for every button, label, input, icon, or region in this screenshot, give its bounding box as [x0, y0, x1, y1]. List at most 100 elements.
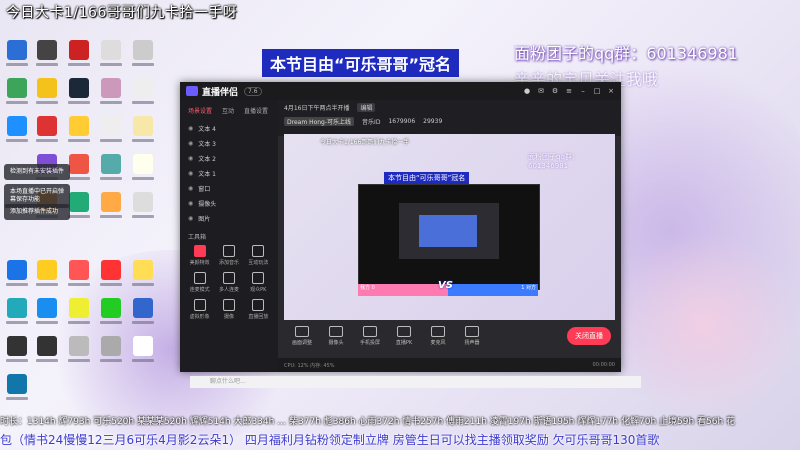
- scene-label: 文本 1: [198, 171, 216, 178]
- tab-scenes[interactable]: 场景设置: [188, 106, 212, 115]
- desktop-icon-column: [130, 260, 156, 368]
- desktop-icon[interactable]: [130, 116, 156, 148]
- tool-games[interactable]: 互动玩法: [245, 245, 272, 266]
- desktop-icon[interactable]: [98, 192, 124, 224]
- scene-item[interactable]: ◉ 图片: [180, 211, 278, 226]
- scene-item[interactable]: ◉ 文本 1: [180, 166, 278, 181]
- eye-icon[interactable]: ◉: [188, 200, 193, 207]
- stream-tag[interactable]: Dream Hong-可乐上线: [284, 117, 355, 126]
- desktop-icon[interactable]: [66, 260, 92, 292]
- ctrl-screen-adjust[interactable]: 画面调整: [288, 326, 316, 346]
- ctrl-label: 画面调整: [291, 340, 312, 346]
- sidebar-tabs: 场景设置 互动 直播设置: [180, 100, 278, 121]
- minimize-icon[interactable]: –: [579, 87, 587, 95]
- tool-music[interactable]: 添加音乐: [215, 245, 242, 266]
- tool-link-mic[interactable]: 连麦模式: [186, 272, 213, 293]
- ctrl-camera[interactable]: 摄像头: [322, 326, 350, 346]
- desktop-icon[interactable]: [66, 298, 92, 330]
- tool-label: 直播回放: [248, 314, 269, 320]
- sidebar: 场景设置 互动 直播设置 ◉ 文本 4 ◉ 文本 3 ◉ 文本 2 ◉ 文本 1 ◉ 窗口…: [180, 100, 278, 372]
- ctrl-phone-cast[interactable]: 手机投屏: [356, 326, 384, 346]
- desktop-icon[interactable]: [4, 336, 30, 368]
- scene-item[interactable]: ◉ 文本 2: [180, 151, 278, 166]
- tool-camera[interactable]: 摄像: [215, 299, 242, 320]
- stream-preview[interactable]: 今日大卡1/166哥哥们九卡拾一手 面粉团子qq群：601346981 本节目由…: [284, 134, 615, 320]
- settings-icon[interactable]: ⚙: [551, 87, 559, 95]
- stop-live-button[interactable]: 关闭直播: [567, 327, 611, 345]
- desktop-icon[interactable]: [98, 116, 124, 148]
- scene-item[interactable]: ◉ 摄像头: [180, 196, 278, 211]
- desktop-icon[interactable]: [66, 116, 92, 148]
- eye-icon[interactable]: ◉: [188, 185, 193, 192]
- eye-icon[interactable]: ◉: [188, 155, 193, 162]
- close-icon[interactable]: ×: [607, 87, 615, 95]
- desktop-icon[interactable]: [130, 40, 156, 72]
- tool-audience-pk[interactable]: 观众PK: [245, 272, 272, 293]
- desktop-icon[interactable]: [66, 78, 92, 110]
- chat-input[interactable]: 聊点什么吧...: [190, 376, 641, 388]
- notification-toast[interactable]: 添加推荐插件成功: [4, 204, 70, 220]
- desktop-icon[interactable]: [98, 40, 124, 72]
- tool-replay[interactable]: 直播回放: [245, 299, 272, 320]
- notification-toast[interactable]: 检测到有未安装插件: [4, 164, 70, 180]
- desktop-icon[interactable]: [130, 154, 156, 186]
- tab-live-settings[interactable]: 直播设置: [244, 106, 268, 115]
- tool-label: 连麦模式: [189, 287, 210, 293]
- desktop-icon[interactable]: [66, 336, 92, 368]
- desktop-icon[interactable]: [34, 78, 60, 110]
- status-left: CPU: 12% 内存: 45%: [284, 362, 335, 369]
- stream-info-bar: 4月16日下午两点半开播 编辑 Dream Hong-可乐上线 音乐ID 167…: [278, 100, 621, 136]
- desktop-icon[interactable]: [98, 78, 124, 110]
- desktop-icon[interactable]: [4, 116, 30, 148]
- sponsor-banner: 本节目由“可乐哥哥”冠名: [262, 49, 460, 77]
- users-icon: [222, 272, 235, 284]
- desktop-icon[interactable]: [130, 336, 156, 368]
- desktop-icon[interactable]: [4, 78, 30, 110]
- desktop-icon[interactable]: [4, 40, 30, 72]
- desktop-icon[interactable]: [34, 298, 60, 330]
- desktop-icon-column: [98, 260, 124, 368]
- avatar-icon[interactable]: ●: [523, 87, 531, 95]
- tool-beauty[interactable]: 美颜特效: [186, 245, 213, 266]
- desktop-icon[interactable]: [98, 298, 124, 330]
- ctrl-speaker[interactable]: 扬声器: [458, 326, 486, 346]
- mail-icon[interactable]: ✉: [537, 87, 545, 95]
- edit-button[interactable]: 编辑: [357, 103, 376, 112]
- desktop-icon[interactable]: [130, 192, 156, 224]
- preview-qq-text: 面粉团子qq群：601346981: [528, 153, 579, 170]
- ctrl-pk[interactable]: 直播PK: [390, 326, 418, 346]
- tool-multi-mic[interactable]: 多人连麦: [215, 272, 242, 293]
- scene-item[interactable]: ◉ 窗口: [180, 181, 278, 196]
- ctrl-mic[interactable]: 麦克风: [424, 326, 452, 346]
- tool-label: 虚拟形象: [189, 314, 210, 320]
- eye-icon[interactable]: ◉: [188, 140, 193, 147]
- desktop-icon[interactable]: [98, 154, 124, 186]
- tab-interact[interactable]: 互动: [222, 106, 234, 115]
- maximize-icon[interactable]: □: [593, 87, 601, 95]
- desktop-icon[interactable]: [66, 40, 92, 72]
- desktop-icon[interactable]: [34, 260, 60, 292]
- scene-label: 文本 4: [198, 126, 216, 133]
- scene-item[interactable]: ◉ 文本 3: [180, 136, 278, 151]
- menu-icon[interactable]: ≡: [565, 87, 573, 95]
- desktop-icon[interactable]: [98, 260, 124, 292]
- desktop-icon[interactable]: [130, 298, 156, 330]
- main-area: 4月16日下午两点半开播 编辑 Dream Hong-可乐上线 音乐ID 167…: [278, 100, 621, 372]
- desktop-icon[interactable]: [98, 336, 124, 368]
- qq-group-text: 面粉团子的qq群：601346981: [514, 44, 738, 63]
- tool-label: 添加音乐: [218, 260, 239, 266]
- desktop-icon[interactable]: [34, 40, 60, 72]
- desktop-icon[interactable]: [130, 260, 156, 292]
- desktop-icon[interactable]: [34, 336, 60, 368]
- eye-icon[interactable]: ◉: [188, 170, 193, 177]
- desktop-icon[interactable]: [4, 374, 30, 406]
- announcement-ticker: 包（情书24慢慢12三月6可乐4月影2云朵1） 四月福利月钻粉领定制立牌 房管生…: [0, 433, 660, 447]
- desktop-icon[interactable]: [34, 116, 60, 148]
- eye-icon[interactable]: ◉: [188, 215, 193, 222]
- desktop-icon[interactable]: [4, 260, 30, 292]
- desktop-icon[interactable]: [130, 78, 156, 110]
- desktop-icon[interactable]: [4, 298, 30, 330]
- scene-item[interactable]: ◉ 文本 4: [180, 121, 278, 136]
- tool-avatar[interactable]: 虚拟形象: [186, 299, 213, 320]
- eye-icon[interactable]: ◉: [188, 125, 193, 132]
